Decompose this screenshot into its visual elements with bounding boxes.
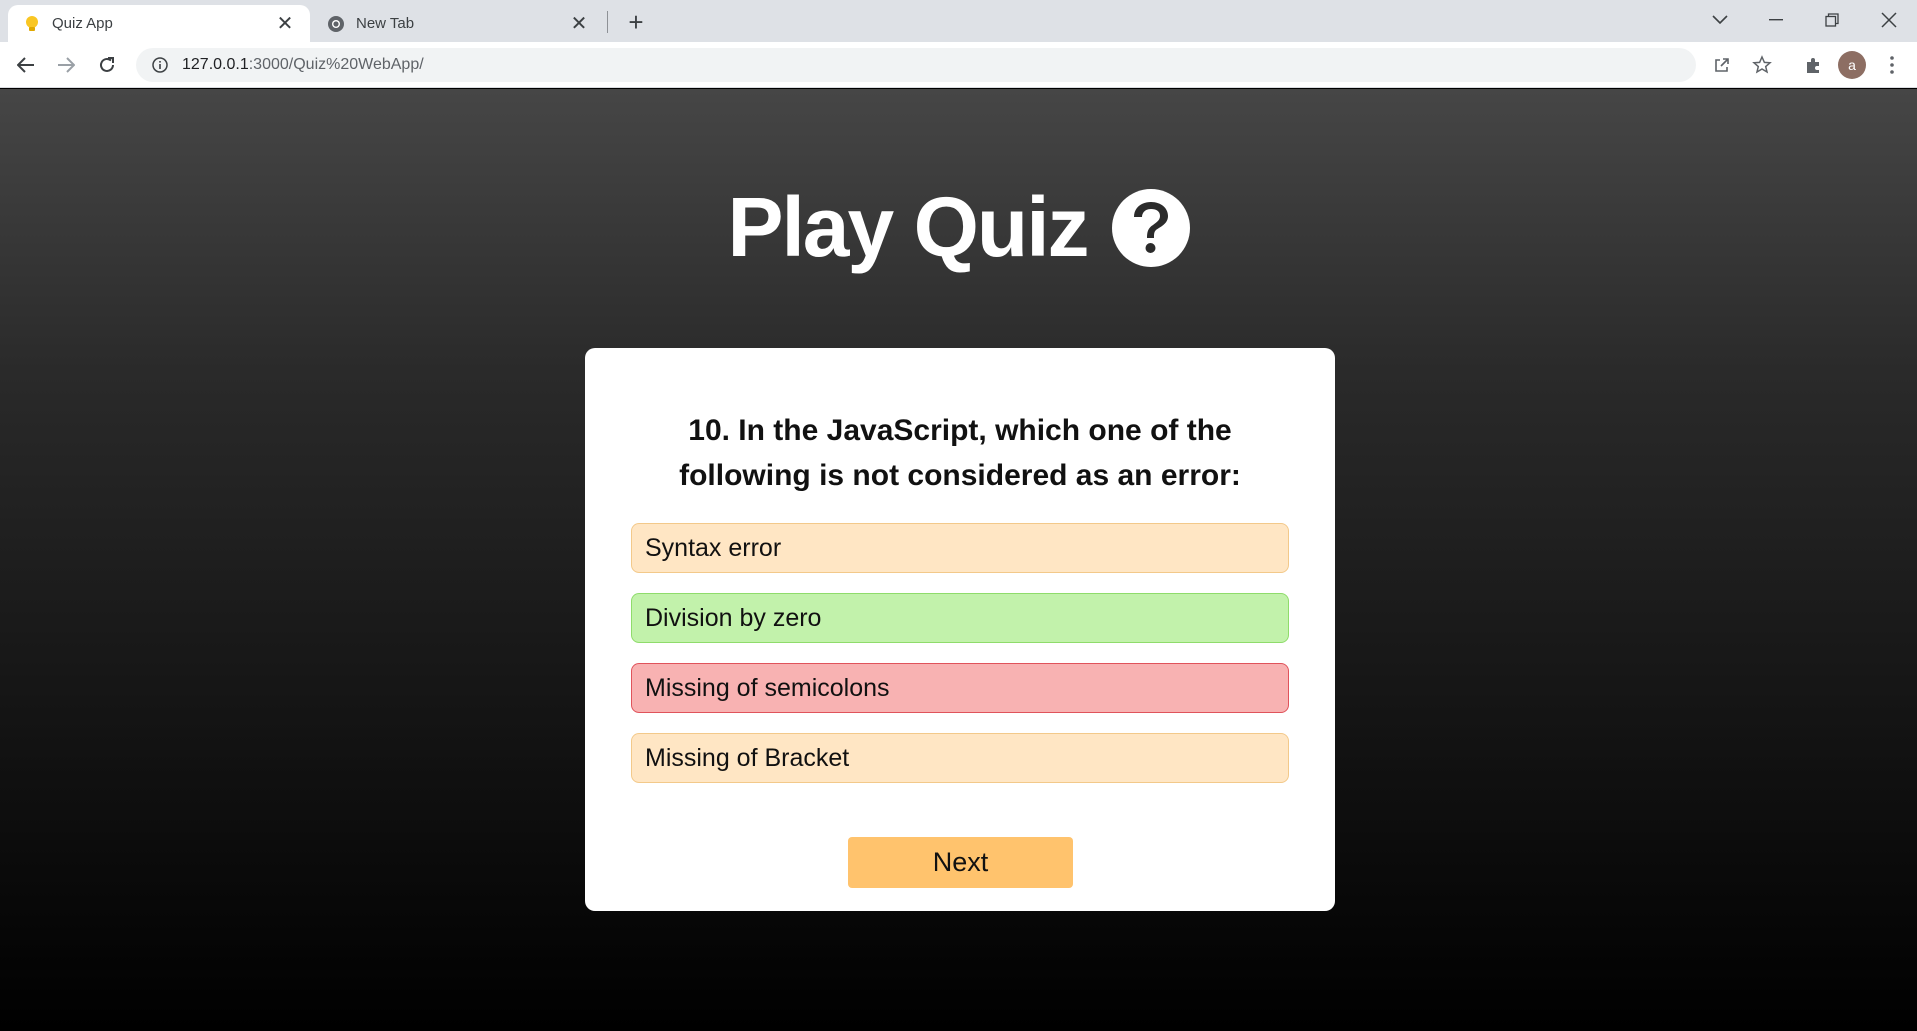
close-window-icon[interactable] [1861,0,1917,40]
bookmark-star-icon[interactable] [1746,49,1778,81]
quiz-card: 10. In the JavaScript, which one of the … [585,348,1335,911]
answer-label: Missing of Bracket [645,743,850,772]
question-line: 10. In the JavaScript, which one of the [688,414,1232,447]
answer-option-3[interactable]: Missing of semicolons [631,663,1289,713]
answer-option-1[interactable]: Syntax error [631,523,1289,573]
tab-title: New Tab [356,15,415,32]
extensions-puzzle-icon[interactable] [1797,49,1829,81]
page-heading: Play Quiz [0,179,1917,276]
url-host: 127.0.0.1 [182,56,249,73]
tab-divider [607,11,608,33]
answer-option-2[interactable]: Division by zero [631,593,1289,643]
url-path: :3000/Quiz%20WebApp/ [248,56,424,73]
answer-label: Missing of semicolons [645,673,890,702]
tab-title: Quiz App [52,15,113,32]
next-button[interactable]: Next [848,837,1073,888]
restore-icon[interactable] [1804,0,1860,40]
tab-quiz-app[interactable]: Quiz App ✕ [8,5,310,42]
close-tab-icon[interactable]: ✕ [568,13,590,35]
address-bar[interactable]: 127.0.0.1:3000/Quiz%20WebApp/ [136,48,1696,82]
tab-new-tab[interactable]: New Tab ✕ [312,5,604,42]
close-tab-icon[interactable]: ✕ [274,13,296,35]
site-info-icon[interactable] [150,55,170,75]
reload-icon[interactable] [91,49,123,81]
browser-toolbar: 127.0.0.1:3000/Quiz%20WebApp/ [0,42,1917,88]
tab-search-chevron-icon[interactable] [1692,0,1748,40]
question-line: following is not considered as an error: [679,459,1241,492]
question-circle-icon [1111,188,1190,267]
forward-arrow-icon[interactable] [50,49,82,81]
browser-menu-icon[interactable] [1876,49,1908,81]
minimize-icon[interactable] [1748,0,1804,40]
answer-label: Division by zero [645,603,822,632]
chrome-icon [326,14,346,34]
answer-label: Syntax error [645,533,782,562]
quiz-page: Play Quiz 10. In the JavaScript, which o… [0,89,1917,1031]
back-arrow-icon[interactable] [10,49,42,81]
profile-avatar[interactable]: a [1838,51,1866,79]
browser-tab-bar: Quiz App ✕ New Tab ✕ + [0,0,1917,42]
question-text: 10. In the JavaScript, which one of the … [625,408,1295,498]
new-tab-button[interactable]: + [620,6,652,38]
page-title: Play Quiz [727,180,1089,274]
lightbulb-icon [22,14,42,34]
answer-option-4[interactable]: Missing of Bracket [631,733,1289,783]
share-icon[interactable] [1706,49,1738,81]
